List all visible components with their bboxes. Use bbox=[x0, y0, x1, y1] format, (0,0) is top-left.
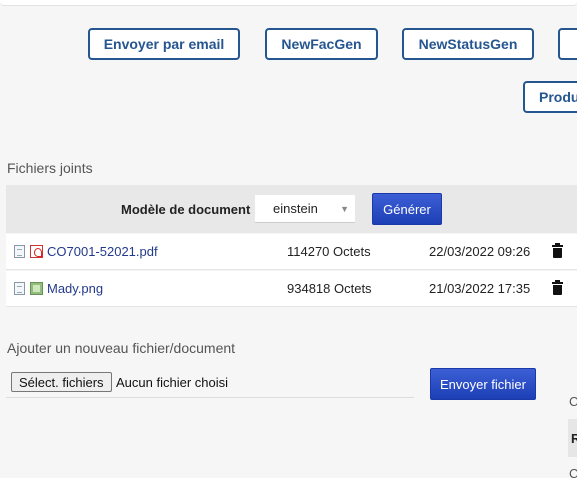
document-model-value: einstein bbox=[273, 201, 318, 216]
file-size: 114270 Octets bbox=[287, 244, 371, 259]
send-file-button[interactable]: Envoyer fichier bbox=[430, 368, 536, 400]
pdf-icon bbox=[30, 245, 43, 258]
produ-button[interactable]: Produ bbox=[523, 81, 577, 113]
top-panel-edge bbox=[0, 0, 577, 6]
choose-files-button[interactable]: Sélect. fichiers bbox=[11, 372, 112, 392]
document-preview-icon[interactable] bbox=[14, 282, 25, 295]
file-name-link[interactable]: Mady.png bbox=[47, 281, 103, 296]
document-model-label: Modèle de document bbox=[121, 202, 251, 217]
newfacgen-button[interactable]: NewFacGen bbox=[265, 28, 378, 60]
file-date: 21/03/2022 17:35 bbox=[429, 281, 531, 296]
table-row: CO7001-52021.pdf 114270 Octets 22/03/202… bbox=[6, 234, 577, 270]
document-preview-icon[interactable] bbox=[14, 245, 25, 258]
attachments-title: Fichiers joints bbox=[7, 160, 93, 176]
newstatusgen-button[interactable]: NewStatusGen bbox=[402, 28, 534, 60]
edge-text-fragment: C bbox=[569, 466, 577, 478]
file-input-status: Aucun fichier choisi bbox=[116, 375, 228, 390]
edge-text-fragment: R bbox=[571, 431, 577, 446]
file-size: 934818 Octets bbox=[287, 281, 372, 296]
edge-text-fragment: C bbox=[569, 394, 577, 409]
document-model-select[interactable]: einstein ▼ bbox=[255, 195, 355, 223]
dropdown-arrow-icon: ▼ bbox=[340, 204, 349, 214]
send-email-button[interactable]: Envoyer par email bbox=[88, 28, 240, 60]
file-upload-field: Sélect. fichiers Aucun fichier choisi bbox=[6, 369, 414, 398]
table-row: Mady.png 934818 Octets 21/03/2022 17:35 bbox=[6, 271, 577, 307]
image-icon bbox=[30, 282, 43, 295]
generate-button[interactable]: Générer bbox=[372, 193, 442, 225]
trash-icon[interactable] bbox=[552, 243, 563, 258]
upload-title: Ajouter un nouveau fichier/document bbox=[7, 340, 236, 356]
file-name-link[interactable]: CO7001-52021.pdf bbox=[47, 244, 158, 259]
file-date: 22/03/2022 09:26 bbox=[429, 244, 531, 259]
trash-icon[interactable] bbox=[552, 280, 563, 295]
more-action-button[interactable] bbox=[558, 28, 577, 60]
